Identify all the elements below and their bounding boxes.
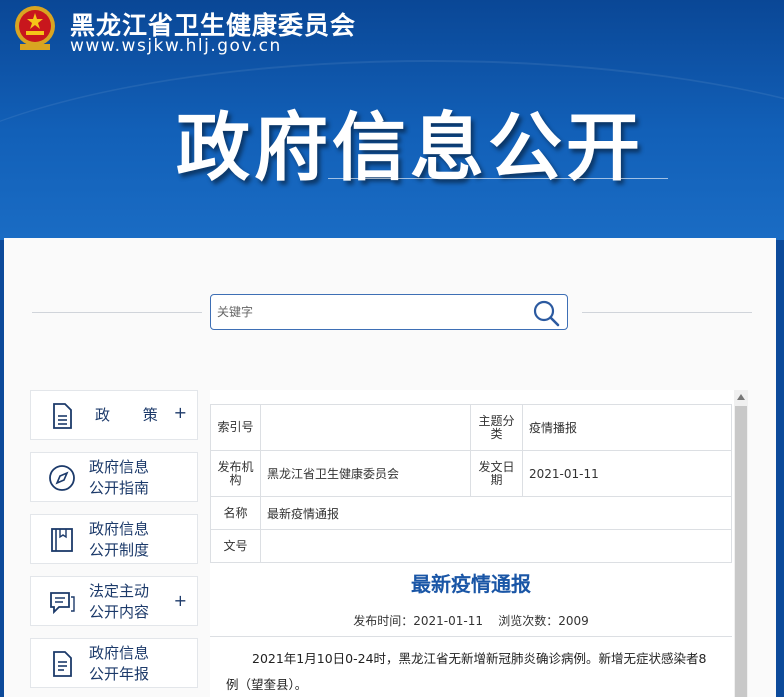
sidebar-item-label: 法定主动 公开内容 bbox=[89, 581, 169, 623]
label-line: 公开年报 bbox=[89, 665, 150, 683]
document-icon bbox=[53, 403, 72, 429]
label-line: 主题分 bbox=[478, 413, 515, 428]
label-line: 公开内容 bbox=[89, 603, 150, 621]
index-value bbox=[260, 404, 471, 451]
chat-icon bbox=[50, 592, 75, 615]
docno-value bbox=[260, 529, 732, 563]
search-icon[interactable] bbox=[531, 298, 561, 328]
expand-plus-icon[interactable]: + bbox=[174, 403, 187, 422]
document-body: 2021年1月10日0-24时，黑龙江省无新增新冠肺炎确诊病例。新增无症状感染者… bbox=[226, 651, 707, 692]
national-emblem-icon bbox=[15, 6, 55, 50]
divider bbox=[32, 312, 202, 313]
title-underline bbox=[328, 178, 668, 179]
sidebar-item-system[interactable]: 政府信息 公开制度 bbox=[30, 514, 198, 564]
search-box bbox=[210, 294, 568, 330]
label-line: 发文日 bbox=[478, 459, 515, 474]
sidebar-item-statutory[interactable]: 法定主动 公开内容 + bbox=[30, 576, 198, 626]
book-icon bbox=[51, 528, 73, 552]
label-line: 期 bbox=[490, 472, 503, 487]
topic-label: 主题分 类 bbox=[470, 404, 523, 451]
document-view: 索引号 主题分 类 疫情播报 发布机 构 黑龙江省卫生健康委员会 发文日 期 2… bbox=[210, 390, 734, 697]
search-input[interactable] bbox=[217, 301, 517, 323]
scroll-up-arrow-icon[interactable] bbox=[736, 392, 746, 402]
table-row: 文号 bbox=[210, 529, 732, 563]
table-row: 名称 最新疫情通报 bbox=[210, 496, 732, 530]
sidebar-item-label: 政府信息 公开制度 bbox=[89, 519, 169, 561]
sidebar-item-label: 政府信息 公开年报 bbox=[89, 643, 169, 685]
sidebar-item-guide[interactable]: 政府信息 公开指南 bbox=[30, 452, 198, 502]
header-banner: 黑龙江省卫生健康委员会 www.wsjkw.hlj.gov.cn 政府信息公开 bbox=[0, 0, 784, 240]
content-panel: 政 策 + 政府信息 公开指南 政府信息 公开制度 法 bbox=[4, 238, 776, 697]
divider bbox=[210, 636, 732, 637]
sidebar-item-label: 政 策 bbox=[95, 406, 172, 424]
compass-icon bbox=[49, 465, 75, 491]
document-info: 发布时间：2021-01-11 浏览次数：2009 bbox=[353, 614, 589, 628]
scrollbar-thumb[interactable] bbox=[735, 406, 747, 697]
site-url[interactable]: www.wsjkw.hlj.gov.cn bbox=[70, 36, 282, 56]
sidebar-item-annual-report[interactable]: 政府信息 公开年报 bbox=[30, 638, 198, 688]
issuer-label: 发布机 构 bbox=[210, 450, 261, 497]
label-line: 法定主动 bbox=[89, 582, 150, 600]
date-label: 发文日 期 bbox=[470, 450, 523, 497]
document-title: 最新疫情通报 bbox=[411, 572, 531, 596]
expand-plus-icon[interactable]: + bbox=[174, 591, 187, 610]
report-icon bbox=[53, 651, 72, 677]
name-value: 最新疫情通报 bbox=[260, 496, 732, 530]
label-line: 构 bbox=[229, 472, 242, 487]
table-row: 发布机 构 黑龙江省卫生健康委员会 发文日 期 2021-01-11 bbox=[210, 450, 732, 497]
sidebar-item-policy[interactable]: 政 策 + bbox=[30, 390, 198, 440]
divider bbox=[582, 312, 752, 313]
label-line: 发布机 bbox=[217, 459, 254, 474]
sidebar-item-label: 政府信息 公开指南 bbox=[89, 457, 169, 499]
name-label: 名称 bbox=[210, 496, 261, 530]
scrollbar[interactable] bbox=[734, 390, 748, 697]
label-line: 政府信息 bbox=[89, 520, 150, 538]
label-line: 公开制度 bbox=[89, 541, 150, 559]
topic-value: 疫情播报 bbox=[522, 404, 732, 451]
date-value: 2021-01-11 bbox=[522, 450, 732, 497]
label-line: 政府信息 bbox=[89, 644, 150, 662]
label-line: 政府信息 bbox=[89, 458, 150, 476]
index-label: 索引号 bbox=[210, 404, 261, 451]
label-line: 公开指南 bbox=[89, 479, 150, 497]
table-row: 索引号 主题分 类 疫情播报 bbox=[210, 404, 732, 451]
docno-label: 文号 bbox=[210, 529, 261, 563]
issuer-value: 黑龙江省卫生健康委员会 bbox=[260, 450, 471, 497]
label-line: 类 bbox=[490, 426, 503, 441]
document-meta-table: 索引号 主题分 类 疫情播报 发布机 构 黑龙江省卫生健康委员会 发文日 期 2… bbox=[210, 404, 732, 563]
